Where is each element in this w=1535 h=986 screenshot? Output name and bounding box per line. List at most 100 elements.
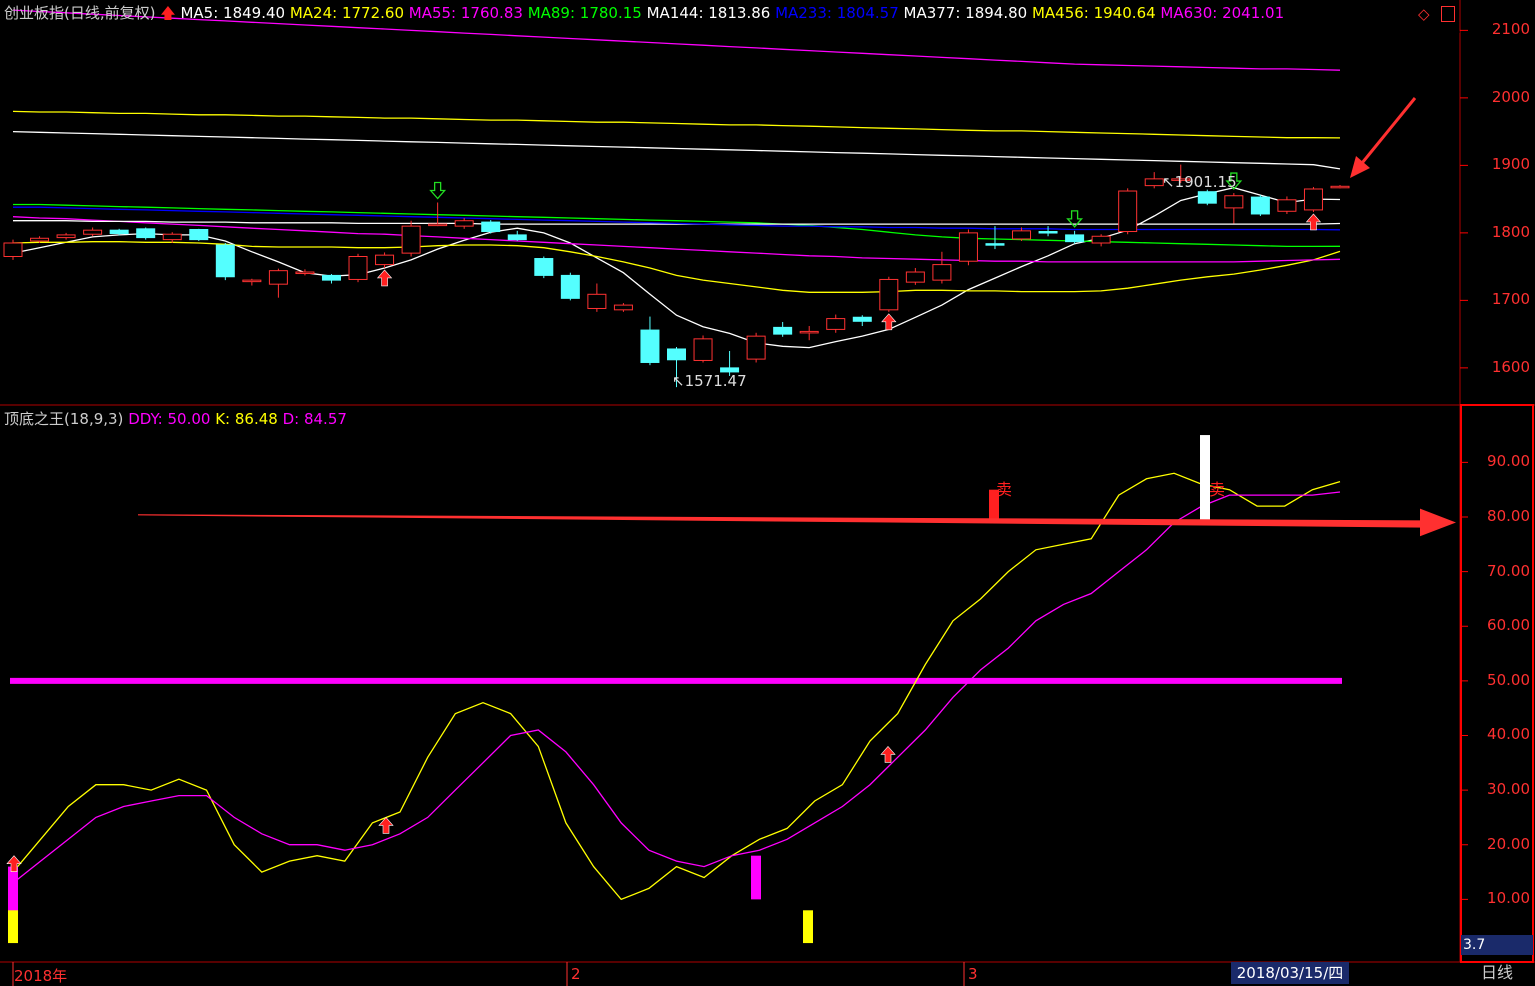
ma-legend-item: MA144: 1813.86 [646, 4, 776, 22]
ma-legend-item: MA24: 1772.60 [289, 4, 409, 22]
sell-label-2: 卖 [1209, 480, 1226, 499]
candle-body [773, 326, 793, 335]
ma-legend-item: MA456: 1940.64 [1031, 4, 1161, 22]
sell-label-1: 卖 [996, 480, 1013, 499]
buy-signal-arrow [1305, 213, 1322, 231]
ma-legend-item: MA5: 1849.40 [180, 4, 290, 22]
candle-body [454, 220, 474, 227]
annotation-arrow-80-line [138, 514, 1425, 528]
sell-signal-arrow [429, 181, 447, 200]
ma-legend-item: MA377: 1894.80 [903, 4, 1032, 22]
candle-body [985, 243, 1005, 246]
candle-body [1038, 231, 1058, 234]
candle-body [215, 244, 235, 278]
candle-body [136, 228, 156, 239]
cursor-date: 2018/03/15/四 [1231, 962, 1349, 984]
ma-line-ma377 [12, 130, 1341, 170]
candle-body [534, 258, 554, 276]
indicator-tick-label: 40.00 [1487, 725, 1530, 744]
candle-body [1118, 190, 1138, 233]
candle-body [1303, 188, 1323, 211]
price-tick-label: 1600 [1491, 357, 1530, 376]
low-price-label: ↖1571.47 [672, 372, 747, 390]
candle-body [1144, 178, 1164, 187]
ma-legend-item: MA233: 1804.57 [775, 4, 904, 22]
indicator-tick-label: 90.00 [1487, 452, 1530, 471]
indicator-name: 顶底之王(18,9,3) [4, 410, 124, 428]
candle-body [1250, 196, 1270, 215]
candle-body [693, 338, 713, 361]
diamond-icon[interactable]: ◇ [1418, 5, 1430, 23]
candle-body [746, 335, 766, 360]
price-tick-label: 2000 [1491, 87, 1530, 106]
high-price-label: ↖1901.15 [1162, 173, 1237, 191]
yellow-marker-bar [8, 910, 18, 944]
price-tick-label: 1700 [1491, 290, 1530, 309]
candle-body [507, 234, 527, 241]
candle-body [348, 256, 368, 280]
candle-body [3, 242, 23, 257]
annotation-arrow-80-head [1420, 508, 1456, 537]
candle-body [667, 348, 686, 361]
candle-body [1065, 234, 1085, 243]
date-label-year: 2018年 [14, 967, 68, 985]
candle-body [401, 225, 421, 254]
candle-body [321, 274, 341, 281]
indicator-tick-label: 80.00 [1487, 506, 1530, 525]
candle-body [428, 223, 448, 227]
candle-body [242, 279, 262, 283]
panel-toggle-icon[interactable] [1441, 6, 1455, 22]
candle-body [826, 318, 846, 330]
candle-body [375, 254, 395, 266]
candle-body [560, 274, 580, 299]
candle-body [1197, 191, 1217, 204]
main-chart-header: 创业板指(日线,前复权) 🡅 MA5: 1849.40 MA24: 1772.6… [4, 3, 1284, 23]
candle-body [1091, 235, 1111, 244]
indicator-buy-arrow [880, 745, 896, 763]
candle-body [56, 234, 76, 239]
candle-body [640, 329, 660, 363]
candle-body [613, 304, 633, 311]
indicator-line-k [12, 472, 1341, 901]
ddy-value: DDY: 50.00 [128, 410, 211, 428]
cursor-value: 3.7 [1461, 935, 1533, 955]
candle-body [162, 233, 182, 241]
indicator-tick-label: 70.00 [1487, 561, 1530, 580]
chart-canvas[interactable] [0, 0, 1535, 986]
ma-legend: MA5: 1849.40 MA24: 1772.60 MA55: 1760.83… [180, 4, 1284, 22]
indicator-tick-label: 30.00 [1487, 780, 1530, 799]
candle-body [109, 229, 129, 235]
indicator-tick-label: 50.00 [1487, 670, 1530, 689]
yellow-marker-bar [803, 910, 813, 944]
candle-body [905, 271, 925, 283]
candle-body [295, 271, 315, 275]
candle-body [1012, 230, 1032, 240]
candle-body [958, 232, 978, 262]
d-value: D: 84.57 [282, 410, 347, 428]
candle-body [1224, 195, 1244, 209]
annotation-arrow-line [1356, 97, 1417, 169]
ma-line-ma456 [12, 110, 1341, 139]
indicator-header: 顶底之王(18,9,3) DDY: 50.00 K: 86.48 D: 84.5… [4, 409, 347, 429]
candle-body [852, 316, 872, 322]
candle-body [799, 330, 819, 334]
period-button[interactable]: 日线 [1461, 962, 1533, 984]
k-value: K: 86.48 [215, 410, 278, 428]
indicator-tick-label: 20.00 [1487, 834, 1530, 853]
candle-body [481, 221, 501, 233]
indicator-line-d [12, 491, 1341, 884]
date-label-mar: 3 [968, 965, 978, 983]
candle-body [587, 293, 607, 309]
candle-body [30, 237, 50, 242]
ma-legend-item: MA89: 1780.15 [527, 4, 647, 22]
candle-body [879, 278, 899, 311]
indicator-tick-label: 10.00 [1487, 889, 1530, 908]
candle-body [1277, 199, 1297, 212]
indicator-tick-label: 60.00 [1487, 616, 1530, 635]
candle-body [189, 229, 209, 241]
ma-legend-item: MA55: 1760.83 [408, 4, 528, 22]
candle-body [83, 229, 103, 235]
date-label-feb: 2 [571, 965, 581, 983]
index-name: 创业板指(日线,前复权) [4, 4, 156, 22]
magenta-marker-bar [751, 855, 761, 900]
